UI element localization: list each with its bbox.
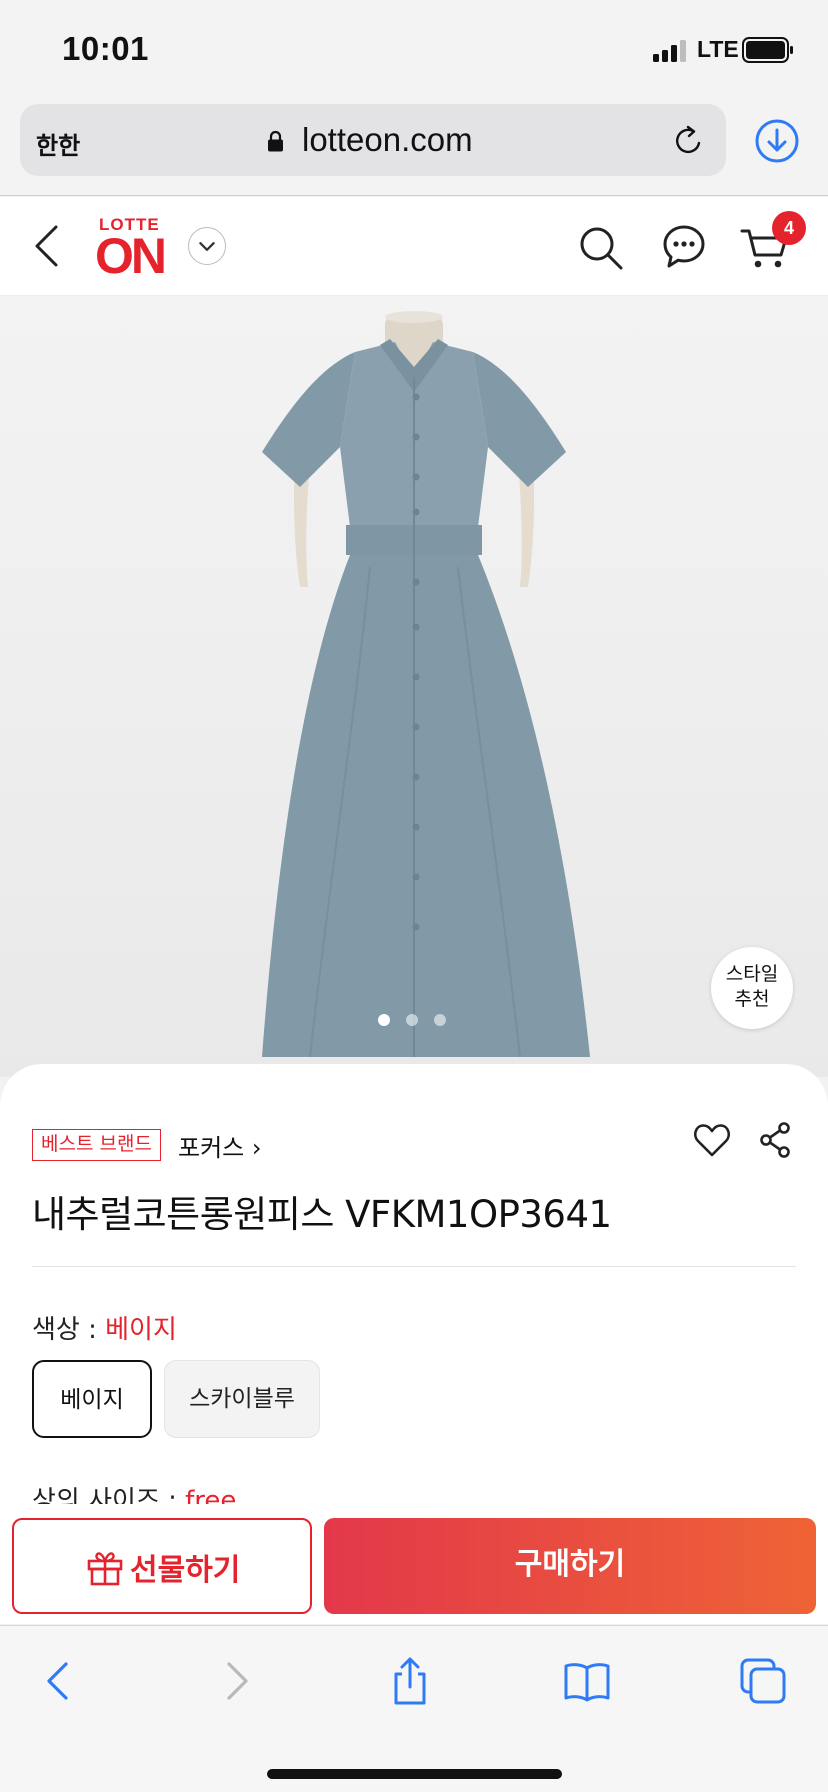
chat-icon[interactable]: [661, 223, 707, 269]
color-option-label: 색상 : 베이지: [32, 1309, 177, 1346]
product-image-gallery[interactable]: 스타일 추천: [0, 297, 828, 1077]
heart-icon[interactable]: [692, 1120, 732, 1160]
pagination-dot[interactable]: [434, 1014, 446, 1026]
reload-icon[interactable]: [672, 124, 706, 158]
purchase-action-bar: 선물하기 구매하기: [0, 1504, 828, 1624]
app-header: LOTTE ON 4: [0, 197, 828, 296]
cellular-signal-icon: [653, 40, 686, 62]
url-text[interactable]: lotteon.com: [302, 121, 473, 159]
gift-icon: [87, 1552, 123, 1586]
gift-button-label: 선물하기: [130, 1553, 241, 1588]
logo-on-text: ON: [95, 228, 167, 284]
style-recommend-label: 스타일 추천: [725, 963, 779, 1010]
size-selected-value: free: [185, 1486, 237, 1504]
forward-icon[interactable]: [211, 1656, 261, 1706]
style-recommend-button[interactable]: 스타일 추천: [711, 947, 793, 1029]
share-icon[interactable]: [385, 1656, 435, 1706]
pagination-dot[interactable]: [378, 1014, 390, 1026]
address-bar[interactable]: 한한 lotteon.com: [20, 104, 726, 176]
browser-toolbar: [0, 1625, 828, 1792]
size-option-label: 상의 사이즈 : free: [32, 1480, 236, 1504]
color-label-text: 색상 :: [32, 1315, 106, 1345]
download-icon[interactable]: [754, 118, 800, 164]
text-size-button[interactable]: 한한: [36, 126, 80, 161]
cart-count-badge: 4: [772, 211, 806, 245]
gallery-pagination: [378, 1014, 458, 1028]
lock-icon: [268, 130, 283, 152]
browser-address-area: 한한 lotteon.com: [0, 98, 828, 196]
product-title: 내추럴코튼롱원피스 VFKM1OP3641: [32, 1193, 612, 1236]
color-selected-value: 베이지: [105, 1315, 177, 1345]
chevron-down-icon[interactable]: [188, 227, 226, 265]
home-indicator: [267, 1769, 562, 1779]
gift-button[interactable]: 선물하기: [12, 1518, 312, 1614]
back-icon[interactable]: [34, 1656, 84, 1706]
share-icon[interactable]: [758, 1120, 792, 1160]
product-image: [262, 311, 590, 1058]
status-time: 10:01: [62, 30, 149, 67]
color-option-skyblue[interactable]: 스카이블루: [164, 1360, 320, 1438]
brand-link[interactable]: 포커스 ›: [178, 1128, 261, 1163]
lotte-on-logo[interactable]: LOTTE ON: [95, 215, 167, 284]
pagination-dot[interactable]: [406, 1014, 418, 1026]
search-icon[interactable]: [578, 225, 624, 271]
best-brand-badge: 베스트 브랜드: [32, 1129, 161, 1161]
tabs-icon[interactable]: [738, 1656, 788, 1706]
size-label-text: 상의 사이즈 :: [32, 1486, 186, 1504]
color-option-beige[interactable]: 베이지: [32, 1360, 152, 1438]
product-info-sheet: 베스트 브랜드 포커스 › 내추럴코튼롱원피스 VFKM1OP3641 색상 :…: [0, 1064, 828, 1504]
divider: [32, 1266, 796, 1267]
status-bar: 10:01 LTE: [0, 0, 828, 98]
battery-icon: [742, 37, 793, 63]
back-icon[interactable]: [32, 223, 60, 269]
bookmarks-icon[interactable]: [562, 1656, 612, 1706]
buy-button[interactable]: 구매하기: [324, 1518, 816, 1614]
network-label: LTE: [697, 36, 739, 62]
